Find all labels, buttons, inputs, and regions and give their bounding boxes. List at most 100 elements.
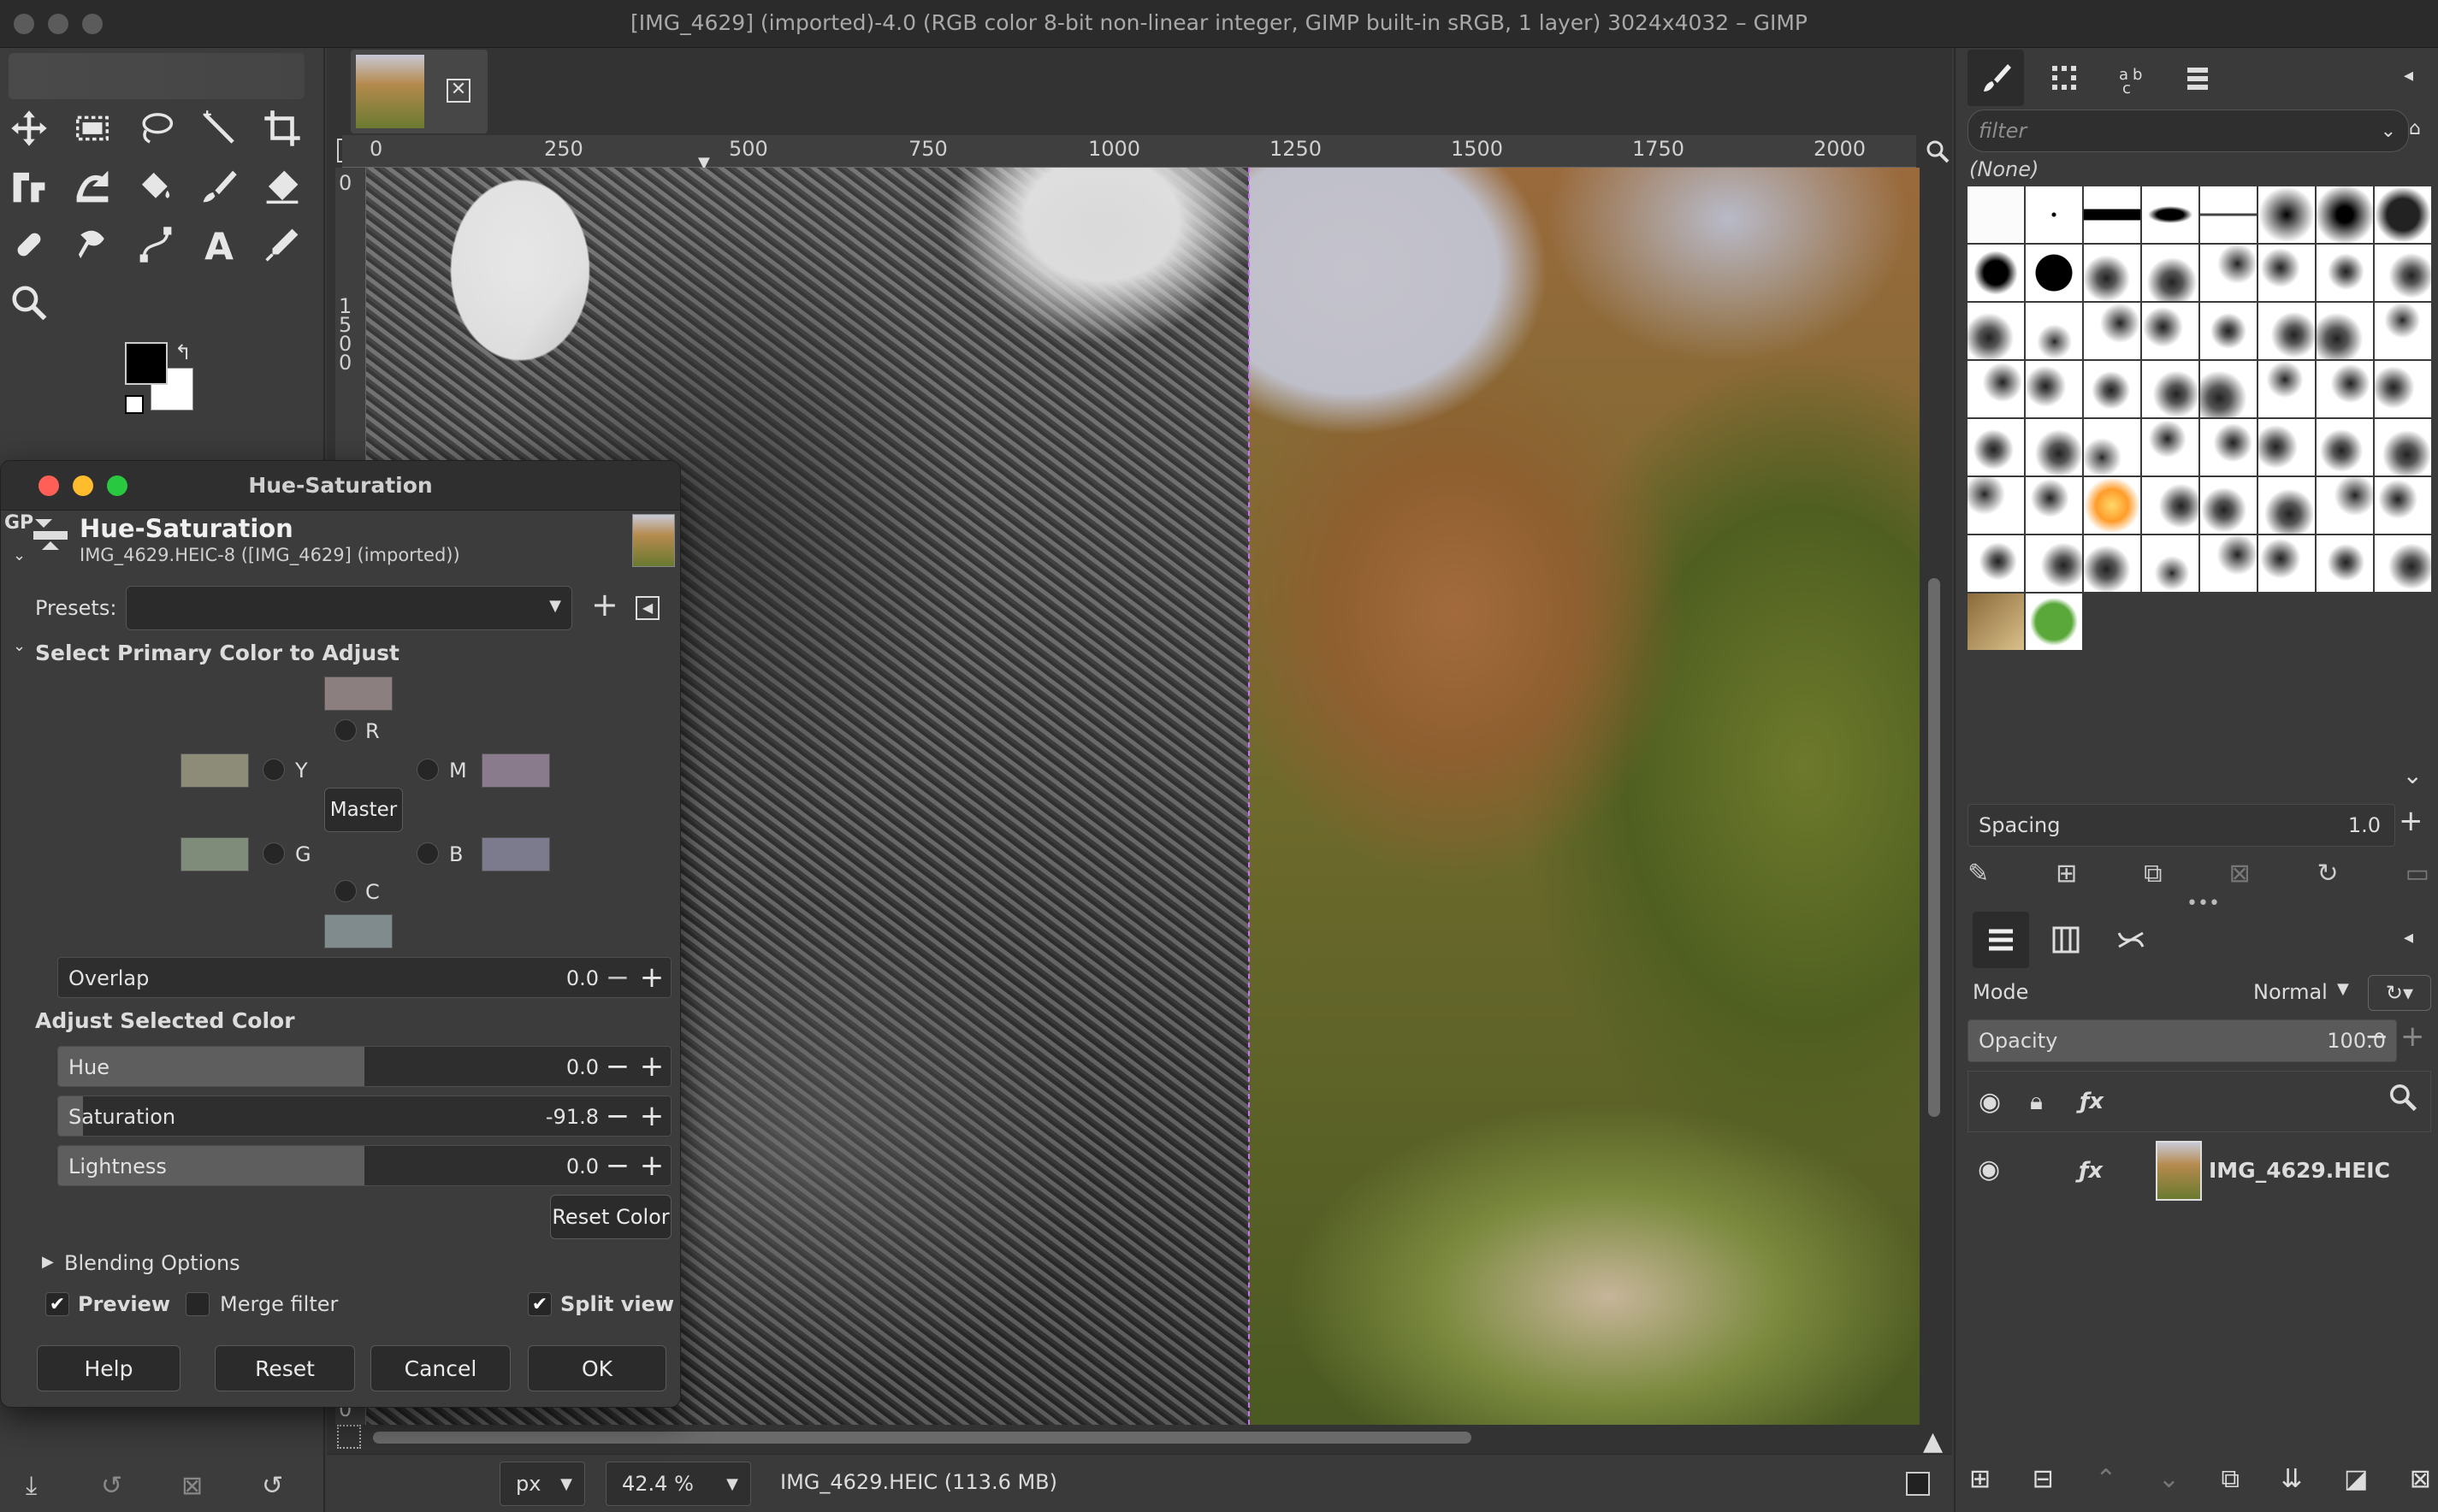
- hue-minus-button[interactable]: −: [601, 1047, 635, 1088]
- reset-color-button[interactable]: Reset Color: [550, 1195, 672, 1239]
- brush-thumbnail[interactable]: [1968, 477, 2024, 534]
- preset-menu-icon[interactable]: ◀: [636, 596, 660, 620]
- add-preset-icon[interactable]: +: [591, 586, 618, 623]
- brush-thumbnail[interactable]: [2026, 419, 2082, 475]
- brush-thumbnail[interactable]: [2026, 477, 2082, 534]
- lower-layer-icon[interactable]: ⌄: [2158, 1464, 2180, 1503]
- spacing-slider[interactable]: Spacing 1.0: [1968, 804, 2395, 847]
- brush-thumbnail[interactable]: [2375, 361, 2431, 417]
- delete-tool-preset-icon[interactable]: ⊠: [181, 1471, 203, 1501]
- overlap-plus-button[interactable]: +: [635, 958, 669, 999]
- brush-thumbnail[interactable]: [2258, 361, 2315, 417]
- brush-thumbnail[interactable]: [2200, 535, 2257, 592]
- vertical-scroll-thumb[interactable]: [1928, 578, 1940, 1117]
- brush-thumbnail[interactable]: [2375, 303, 2431, 359]
- crop-tool-icon[interactable]: [258, 104, 306, 152]
- brush-thumbnail[interactable]: [2026, 594, 2082, 650]
- color-picker-tool-icon[interactable]: [258, 221, 306, 269]
- paths-tab[interactable]: [2103, 912, 2159, 968]
- lock-icon[interactable]: 🔒︎: [2030, 1087, 2043, 1116]
- eye-icon[interactable]: ◉: [1979, 1087, 2001, 1117]
- restore-tool-preset-icon[interactable]: ↺: [101, 1471, 122, 1501]
- dock-menu-icon[interactable]: ◂: [2404, 65, 2413, 86]
- brush-thumbnail[interactable]: [1968, 303, 2024, 359]
- opacity-minus-button[interactable]: −: [2364, 1019, 2389, 1054]
- fx-icon[interactable]: ƒx: [2080, 1089, 2104, 1114]
- brush-thumbnail[interactable]: [1968, 361, 2024, 417]
- duplicate-layer-icon[interactable]: ⧉: [2221, 1464, 2239, 1503]
- layers-tab[interactable]: [1973, 912, 2029, 968]
- collapse-icon[interactable]: ⌄: [13, 637, 26, 655]
- merge-layer-icon[interactable]: ⇊: [2281, 1464, 2302, 1503]
- brush-thumbnail[interactable]: [2142, 186, 2198, 243]
- brush-thumbnail[interactable]: [1968, 186, 2024, 243]
- brush-thumbnail[interactable]: [2200, 477, 2257, 534]
- unit-selector[interactable]: px ▼: [500, 1462, 585, 1506]
- lightness-minus-button[interactable]: −: [601, 1146, 635, 1187]
- lasso-tool-icon[interactable]: [132, 104, 180, 152]
- brush-thumbnail[interactable]: [2026, 245, 2082, 301]
- bucket-fill-tool-icon[interactable]: [132, 162, 180, 210]
- hue-slider[interactable]: Hue 0.0 − +: [57, 1046, 672, 1087]
- fuzzy-select-tool-icon[interactable]: [195, 104, 243, 152]
- zoom-navigate-icon[interactable]: [1925, 139, 1950, 164]
- close-tab-icon[interactable]: ✕: [447, 79, 470, 103]
- layer-visibility-eye-icon[interactable]: ◉: [1978, 1155, 2000, 1184]
- brush-thumbnail[interactable]: [2200, 361, 2257, 417]
- brush-thumbnail[interactable]: [2258, 303, 2315, 359]
- zoom-tool-icon[interactable]: [5, 279, 53, 327]
- brush-thumbnail[interactable]: [2317, 303, 2373, 359]
- brush-thumbnail[interactable]: [2317, 419, 2373, 475]
- paths-tool-icon[interactable]: [132, 221, 180, 269]
- brush-thumbnail[interactable]: [2084, 245, 2140, 301]
- brush-thumbnail[interactable]: [2084, 361, 2140, 417]
- zoom-selector[interactable]: 42.4 % ▼: [606, 1462, 751, 1506]
- brush-thumbnail[interactable]: [2200, 245, 2257, 301]
- duplicate-brush-icon[interactable]: ⧉: [2144, 859, 2162, 893]
- move-tool-icon[interactable]: [5, 104, 53, 152]
- red-radio[interactable]: [334, 719, 357, 741]
- dialog-zoom-button[interactable]: [107, 475, 127, 496]
- expander-right-icon[interactable]: ▶: [42, 1253, 54, 1271]
- brush-thumbnail[interactable]: [2375, 186, 2431, 243]
- image-tab[interactable]: ✕: [351, 50, 488, 133]
- lightness-plus-button[interactable]: +: [635, 1146, 669, 1187]
- brush-thumbnail[interactable]: [1968, 419, 2024, 475]
- saturation-slider[interactable]: Saturation -91.8 − +: [57, 1096, 672, 1137]
- split-view-checkbox[interactable]: ✔: [528, 1292, 552, 1316]
- preview-checkbox[interactable]: ✔: [45, 1292, 69, 1316]
- brush-thumbnail[interactable]: [2317, 535, 2373, 592]
- text-tool-icon[interactable]: A: [195, 221, 243, 269]
- brush-thumbnail[interactable]: [1968, 594, 2024, 650]
- dock-menu-icon[interactable]: ◂: [2404, 927, 2413, 948]
- master-button[interactable]: Master: [324, 788, 403, 832]
- brush-thumbnail[interactable]: [2200, 303, 2257, 359]
- swap-colors-icon[interactable]: ↰: [175, 340, 192, 364]
- open-as-image-icon[interactable]: ▭: [2405, 859, 2429, 893]
- ok-button[interactable]: OK: [528, 1345, 666, 1391]
- new-layer-group-icon[interactable]: ⊟: [2033, 1464, 2054, 1503]
- saturation-plus-button[interactable]: +: [635, 1096, 669, 1137]
- brush-thumbnail[interactable]: [2317, 245, 2373, 301]
- edit-brush-icon[interactable]: ✎: [1968, 859, 1989, 893]
- opacity-slider[interactable]: Opacity 100.0: [1968, 1019, 2397, 1062]
- horizontal-ruler[interactable]: 0 250 500 750 1000 1250 1500 1750 2000 ▼: [342, 135, 1916, 172]
- brush-thumbnail[interactable]: [2026, 186, 2082, 243]
- smudge-tool-icon[interactable]: [68, 221, 116, 269]
- fonts-tab[interactable]: abc: [2104, 50, 2161, 106]
- brush-thumbnail[interactable]: [2258, 186, 2315, 243]
- warp-tool-icon[interactable]: [68, 162, 116, 210]
- brush-thumbnail[interactable]: [2317, 477, 2373, 534]
- layer-name[interactable]: IMG_4629.HEIC: [2209, 1158, 2390, 1183]
- brush-thumbnail[interactable]: [2084, 419, 2140, 475]
- search-icon[interactable]: [2388, 1082, 2418, 1118]
- hue-plus-button[interactable]: +: [635, 1047, 669, 1088]
- foreground-color-swatch-top[interactable]: [125, 342, 168, 385]
- layer-mode-selector[interactable]: Mode Normal ▼: [1968, 972, 2363, 1014]
- brush-thumbnail[interactable]: [2258, 535, 2315, 592]
- delete-brush-icon[interactable]: ⊠: [2228, 859, 2250, 893]
- channels-tab[interactable]: [2038, 912, 2094, 968]
- blending-options-expander[interactable]: Blending Options: [64, 1251, 240, 1275]
- presets-combo[interactable]: ▼: [126, 586, 572, 630]
- brush-thumbnail[interactable]: [1968, 245, 2024, 301]
